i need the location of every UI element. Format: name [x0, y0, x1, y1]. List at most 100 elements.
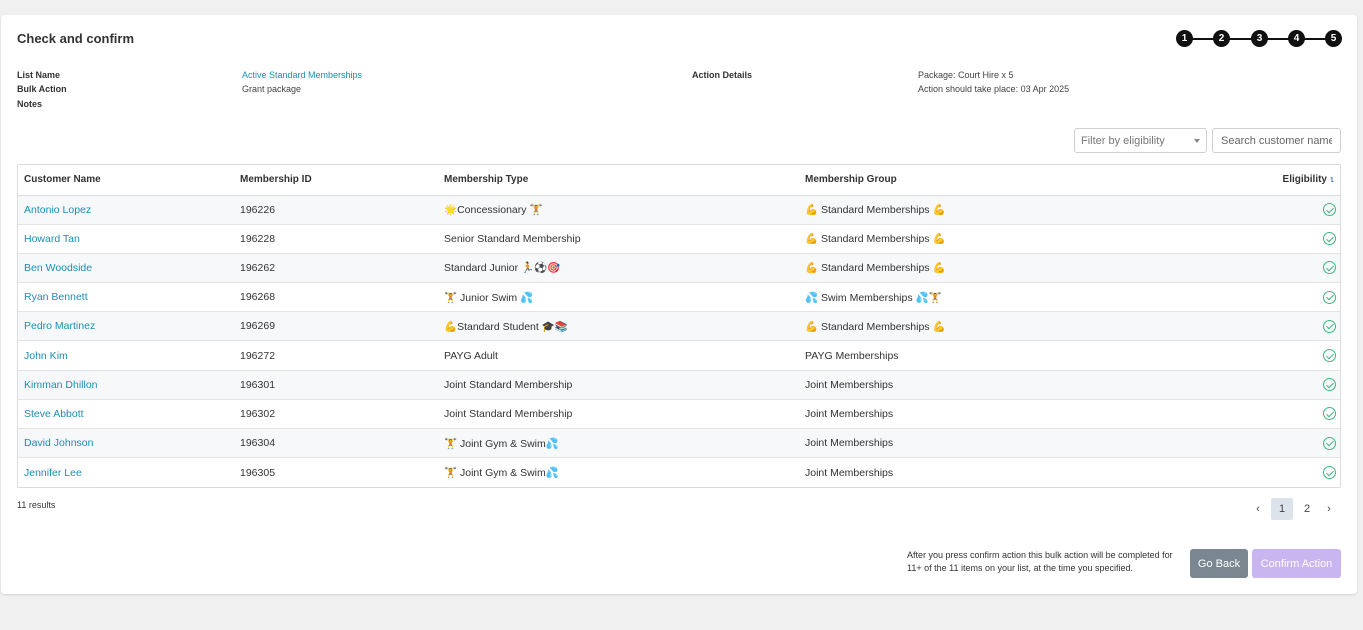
check-circle-icon [1323, 203, 1336, 217]
membership-id-cell: 196228 [234, 224, 438, 254]
check-circle-icon [1323, 436, 1336, 450]
list-name-link[interactable]: Active Standard Memberships [242, 70, 362, 80]
list-name-label: List Name [17, 70, 61, 80]
step-1: 1 [1176, 30, 1193, 47]
membership-type-cell: 🏋 Joint Gym & Swim💦 [444, 467, 559, 480]
eligibility-cell [1159, 370, 1340, 400]
check-circle-icon [1323, 378, 1336, 392]
membership-id-cell: 196226 [234, 195, 438, 225]
table-header-row: Customer Name Membership ID Membership T… [18, 165, 1340, 196]
membership-id-cell: 196304 [234, 428, 438, 459]
customer-name-link[interactable]: Ryan Bennett [18, 282, 234, 313]
membership-type-cell: 💪Standard Student 🎓📚 [438, 311, 799, 342]
eligibility-filter-select[interactable]: Filter by eligibility [1074, 128, 1207, 153]
customer-name-link[interactable]: Antonio Lopez [18, 195, 234, 225]
membership-group-cell: 💪 Standard Memberships 💪 [799, 311, 1159, 342]
confirm-action-button[interactable]: Confirm Action [1252, 549, 1341, 578]
step-2: 2 [1213, 30, 1230, 47]
table-row: Steve Abbott 196302 Joint Standard Members… [18, 399, 1340, 430]
membership-type-cell: 🏋 Junior Swim 💦 [438, 282, 799, 313]
membership-group-cell: Joint Memberships [805, 466, 894, 479]
membership-group-cell: Joint Memberships [799, 428, 1159, 459]
membership-group-cell: 💪 Standard Memberships 💪 [799, 195, 1159, 225]
bulk-action-value: Grant package [242, 84, 302, 94]
pagination-page-1[interactable]: 1 [1271, 498, 1293, 520]
check-circle-icon [1323, 466, 1336, 480]
customer-name-link[interactable]: Jennifer Lee [18, 458, 234, 487]
members-table: Customer Name Membership ID Membership T… [17, 164, 1341, 488]
table-row: David Johnson 196304 🏋 Joint Gym & Swim💦 Jo… [18, 428, 1340, 459]
eligibility-cell [1159, 311, 1340, 342]
step-4: 4 [1288, 30, 1305, 47]
pagination-prev[interactable]: ‹ [1251, 498, 1265, 520]
page-title: Check and confirm [17, 31, 135, 46]
check-circle-icon [1323, 319, 1336, 333]
membership-group-cell: 💪 Standard Memberships 💪 [799, 224, 1159, 254]
eligibility-cell [1159, 458, 1340, 487]
membership-type-cell: PAYG Adult [438, 340, 799, 371]
membership-id-cell: 196272 [234, 340, 438, 371]
membership-group-cell: Joint Memberships [799, 370, 1159, 400]
membership-group-cell: 💪 Standard Memberships 💪 [799, 253, 1159, 284]
table-row: Antonio Lopez 196226 🌟Concessionary 🏋 💪 Sta… [18, 195, 1340, 225]
check-circle-icon [1323, 290, 1336, 304]
table-row: Jennifer Lee 196305 🏋 Joint Gym & Swim💦 Joi… [18, 458, 1340, 487]
eligibility-cell [1159, 282, 1340, 313]
customer-name-link[interactable]: Ben Woodside [18, 253, 234, 284]
customer-name-link[interactable]: John Kim [18, 340, 234, 371]
customer-name-link[interactable]: Howard Tan [18, 224, 234, 254]
membership-group-cell: 💦 Swim Memberships 💦🏋 [799, 282, 1159, 313]
sort-icon[interactable]: ↑↓ [1329, 174, 1335, 184]
eligibility-cell [1159, 340, 1340, 371]
col-eligibility[interactable]: Eligibility ↑↓ [1159, 165, 1340, 196]
membership-group-cell: PAYG Memberships [799, 340, 1159, 371]
package-line: Package: Court Hire x 5 [918, 70, 1014, 80]
membership-id-cell: 196301 [234, 370, 438, 400]
bulk-action-label: Bulk Action [17, 84, 67, 94]
eligibility-cell [1159, 224, 1340, 254]
eligibility-header-label: Eligibility [1282, 174, 1327, 186]
membership-type-cell: 🏋 Joint Gym & Swim💦 [438, 428, 799, 459]
col-membership-id: Membership ID [234, 165, 438, 196]
eligibility-cell [1159, 428, 1340, 459]
go-back-button[interactable]: Go Back [1190, 549, 1248, 578]
action-details-label: Action Details [692, 70, 753, 80]
col-membership-group: Membership Group [799, 165, 1159, 196]
membership-group-cell: Joint Memberships [799, 399, 1159, 430]
membership-id-cell: 196268 [234, 282, 438, 313]
membership-id-cell: 196302 [234, 399, 438, 430]
check-confirm-card: Check and confirm 1 2 3 4 5 List Name Ac… [1, 15, 1357, 594]
customer-name-link[interactable]: Steve Abbott [18, 399, 234, 430]
membership-id-cell: 196269 [234, 311, 438, 342]
pagination-page-2[interactable]: 2 [1296, 498, 1318, 520]
customer-name-link[interactable]: Kimman Dhillon [18, 370, 234, 400]
col-membership-type: Membership Type [438, 165, 799, 196]
table-row: Kimman Dhillon 196301 Joint Standard Membe… [18, 370, 1340, 400]
membership-type-cell: Senior Standard Membership [438, 224, 799, 254]
table-row: Ben Woodside 196262 Standard Junior 🏃⚽🎯 💪 S… [18, 253, 1340, 284]
pagination-next[interactable]: › [1322, 498, 1336, 520]
progress-stepper: 1 2 3 4 5 [1176, 30, 1342, 47]
membership-type-cell: Joint Standard Membership [438, 399, 799, 430]
table-row: Pedro Martinez 196269 💪Standard Student 🎓📚… [18, 311, 1340, 342]
membership-id-cell: 196305 [240, 466, 276, 479]
col-customer-name: Customer Name [18, 165, 234, 196]
table-body: Antonio Lopez 196226 🌟Concessionary 🏋 💪 Sta… [18, 195, 1340, 487]
membership-id-cell: 196262 [234, 253, 438, 284]
eligibility-cell [1159, 399, 1340, 430]
customer-name-link[interactable]: Pedro Martinez [18, 311, 234, 342]
filter-placeholder: Filter by eligibility [1081, 135, 1165, 147]
eligibility-cell [1159, 195, 1340, 225]
chevron-down-icon [1194, 139, 1200, 143]
table-row: John Kim 196272 PAYG Adult PAYG Memberships [18, 340, 1340, 371]
check-circle-icon [1323, 261, 1336, 275]
check-circle-icon [1323, 349, 1336, 363]
membership-type-cell: Standard Junior 🏃⚽🎯 [438, 253, 799, 284]
table-row: Howard Tan 196228 Senior Standard Membersh… [18, 224, 1340, 254]
membership-type-cell: 🌟Concessionary 🏋 [438, 195, 799, 225]
check-circle-icon [1323, 407, 1336, 421]
step-5: 5 [1325, 30, 1342, 47]
customer-name-link[interactable]: David Johnson [18, 428, 234, 459]
action-date-line: Action should take place: 03 Apr 2025 [918, 84, 1070, 94]
search-customer-input[interactable] [1212, 128, 1341, 153]
